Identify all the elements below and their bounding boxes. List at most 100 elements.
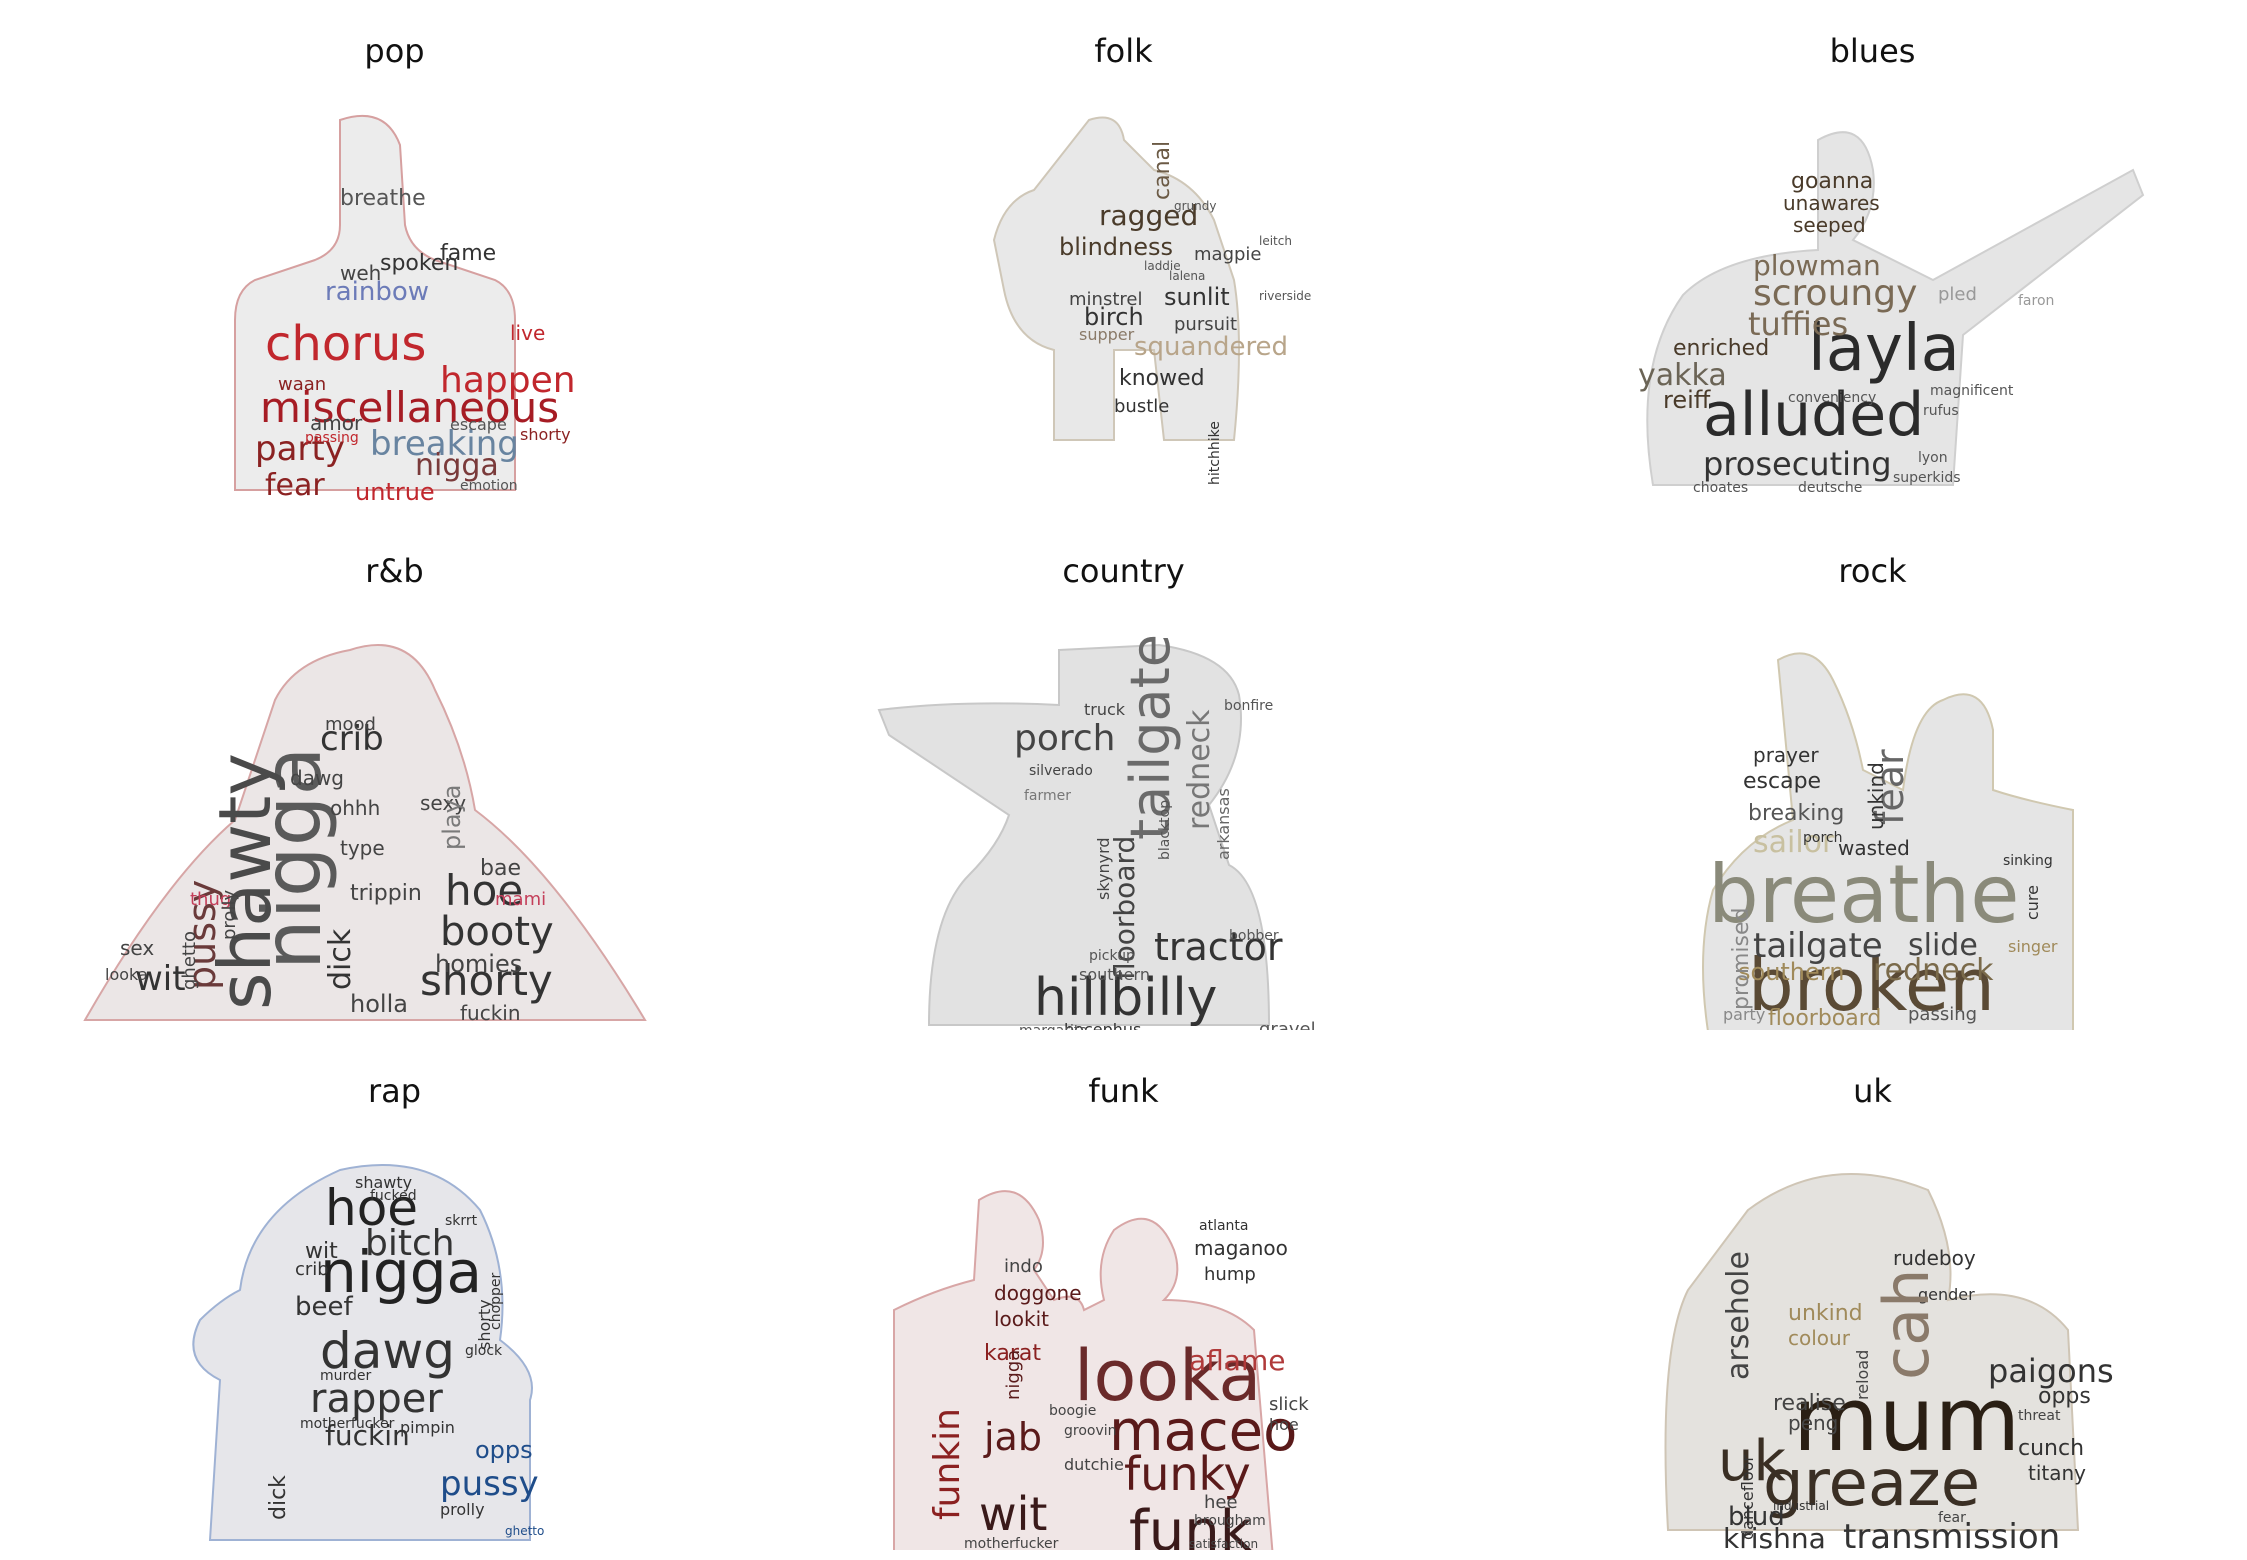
word-supper: supper [1079, 325, 1135, 344]
word-homies: homies [435, 950, 522, 978]
word-chopper: chopper [488, 1272, 504, 1330]
word-playa: playa [438, 784, 466, 850]
word-pickup: pickup [1089, 948, 1135, 964]
panel-title: blues [1829, 32, 1916, 70]
word-magpie: magpie [1194, 244, 1262, 265]
word-lyon: lyon [1918, 450, 1948, 466]
wordcloud-rock: breathe broken tailgate slide redneck so… [1498, 610, 2247, 1030]
word-hitchhike: hitchhike [1207, 421, 1223, 485]
word-seeped: seeped [1793, 213, 1866, 237]
word-prayer: prayer [1753, 743, 1819, 767]
word-sunlit: sunlit [1164, 283, 1230, 311]
word-emotion: emotion [460, 478, 518, 494]
panel-pop: pop breathe chorus miscellaneous happen … [20, 0, 769, 520]
word-reload: reload [1853, 1350, 1872, 1400]
word-passing: passing [1908, 1004, 1977, 1025]
word-ghetto: ghetto [505, 1524, 544, 1538]
word-margarita: margarita [1019, 1023, 1088, 1030]
wordcloud-pop: breathe chorus miscellaneous happen rain… [20, 90, 769, 510]
word-ghetto: ghetto [179, 931, 200, 990]
word-prolly: prolly [440, 1500, 485, 1519]
word-boogie: boogie [1049, 1403, 1096, 1419]
word-peng: peng [1788, 1411, 1838, 1435]
word-unawares: unawares [1783, 191, 1880, 215]
silhouette-rap: nigga hoe bitch dawg rapper fuckin pussy… [192, 1164, 544, 1541]
silhouette-funk: looka maceo funky funk jab wit aflame fu… [893, 1190, 1309, 1550]
panel-folk: folk ragged blindness sunlit birch minst… [749, 0, 1498, 520]
word-beef: beef [295, 1292, 353, 1322]
panel-title: rock [1838, 552, 1907, 590]
word-singer: singer [2008, 937, 2058, 956]
word-motherfucker: motherfucker [300, 1416, 395, 1432]
word-doggone: doggone [994, 1281, 1082, 1305]
word-indo: indo [1004, 1256, 1043, 1277]
word-plowman: plowman [1753, 249, 1881, 282]
word-canal: canal [1150, 141, 1175, 200]
word-laddie: laddie [1144, 259, 1181, 273]
word-industrial: industrial [1773, 1499, 1829, 1513]
word-cure: cure [2023, 885, 2042, 920]
word-mood: mood [325, 714, 376, 735]
word-ohhh: ohhh [330, 796, 380, 820]
panel-blues: blues layla alluded prosecuting scroungy… [1498, 0, 2247, 520]
word-lookit: lookit [994, 1307, 1049, 1331]
word-porch: porch [1014, 718, 1116, 759]
word-holla: holla [350, 990, 408, 1018]
wordcloud-blues: layla alluded prosecuting scroungy tuffi… [1498, 90, 2247, 510]
word-conveniency: conveniency [1788, 390, 1876, 406]
word-funkin: funkin [927, 1408, 968, 1520]
word-bonfire: bonfire [1224, 698, 1273, 714]
word-leitch: leitch [1259, 234, 1292, 248]
word-prosecuting: prosecuting [1703, 445, 1892, 483]
word-passing: passing [305, 430, 359, 446]
word-happen: happen [440, 360, 576, 401]
word-cah: cah [1870, 1269, 1943, 1380]
wordcloud-folk: ragged blindness sunlit birch minstrel p… [749, 90, 1498, 510]
word-farmer: farmer [1024, 788, 1071, 804]
word-opps: opps [475, 1436, 533, 1464]
panel-title: pop [364, 32, 425, 70]
word-faron: faron [2018, 293, 2054, 309]
word-dawg: dawg [290, 766, 344, 790]
word-dick: dick [266, 1475, 291, 1520]
word-rufus: rufus [1923, 403, 1959, 419]
word-gravel: gravel [1259, 1019, 1316, 1030]
word-hee: hee [1204, 1492, 1238, 1513]
word-colour: colour [1788, 1326, 1851, 1350]
word-escape: escape [450, 415, 507, 434]
word-dick: dick [323, 928, 358, 990]
word-knowed: knowed [1119, 366, 1205, 391]
word-groovin: groovin [1064, 1423, 1117, 1439]
panel-title: folk [1094, 32, 1153, 70]
silhouette-country: tailgate hillbilly tractor porch redneck… [877, 634, 1316, 1030]
word-fucked: fucked [370, 1188, 417, 1204]
word-fuckin: fuckin [460, 1001, 521, 1025]
wordcloud-country: tailgate hillbilly tractor porch redneck… [749, 610, 1498, 1030]
word-type: type [340, 836, 385, 860]
word-bustle: bustle [1114, 396, 1169, 417]
word-pussy: pussy [440, 1464, 539, 1504]
word-jab: jab [983, 1415, 1042, 1459]
word-live: live [510, 321, 545, 345]
panel-title: rap [367, 1072, 422, 1110]
word-booty: booty [440, 909, 554, 955]
silhouette-pop: breathe chorus miscellaneous happen rain… [234, 114, 576, 506]
word-prolly: prolly [219, 890, 240, 940]
word-breaking: breaking [1748, 801, 1844, 826]
word-fear: fear [1938, 1510, 1966, 1526]
word-porch: porch [1803, 830, 1842, 846]
silhouette-blues: layla alluded prosecuting scroungy tuffi… [1638, 131, 2145, 496]
panel-rnb: r&b nigga shawty pussy booty shorty hoe … [20, 520, 769, 1040]
panel-title: country [1062, 552, 1185, 590]
word-mami: mami [495, 889, 546, 910]
word-riverside: riverside [1259, 289, 1311, 303]
word-skynyrd: skynyrd [1094, 837, 1113, 900]
word-threat: threat [2018, 1408, 2061, 1424]
word-choates: choates [1693, 480, 1748, 496]
silhouette-folk: ragged blindness sunlit birch minstrel p… [992, 116, 1311, 485]
word-floorboard: floorboard [1768, 1006, 1881, 1030]
word-crib: crib [295, 1259, 329, 1280]
wordcloud-rnb: nigga shawty pussy booty shorty hoe crib… [20, 610, 769, 1030]
word-blindness: blindness [1059, 233, 1173, 261]
word-promised: promised [1729, 908, 1754, 1011]
